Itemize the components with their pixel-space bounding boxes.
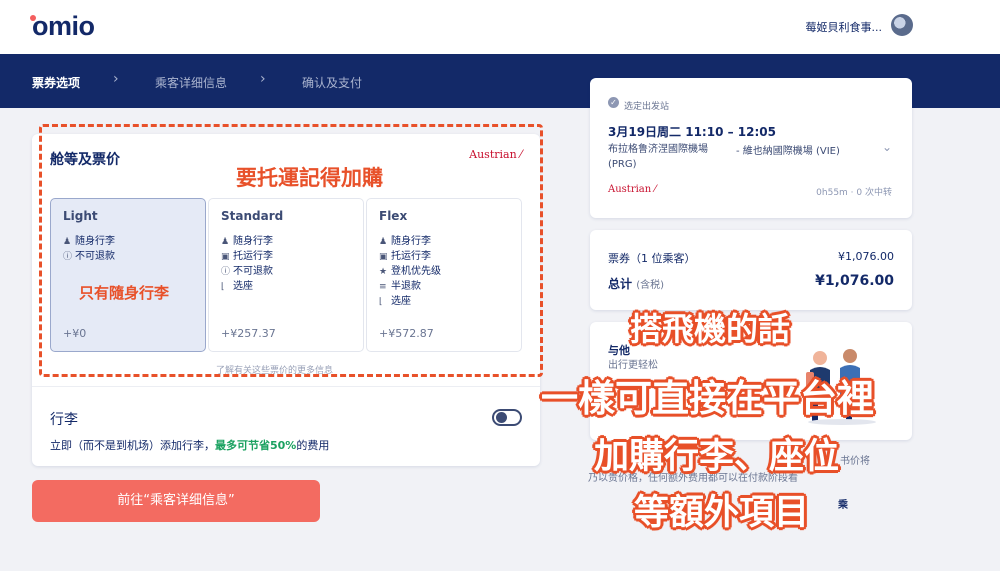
trip-duration: 0h55m · 0 次中转: [816, 188, 892, 198]
fineprint-text: 书价将: [840, 456, 870, 467]
toggle-knob: [496, 412, 507, 423]
total-price: ¥1,076.00: [815, 273, 894, 289]
fineprint-text: 乘: [838, 500, 848, 511]
austrian-logo: Austrian ⁄: [608, 184, 657, 195]
step-ticket-options[interactable]: 票券选项: [32, 74, 80, 91]
selected-departure-label: 选定出发站: [624, 102, 670, 112]
divider: [32, 386, 540, 387]
ticket-label: 票券（1 位乘客）: [608, 252, 696, 265]
price-summary-card: 票券（1 位乘客） ¥1,076.00 总计 (含税) ¥1,076.00: [590, 230, 912, 310]
chevron-right-icon: ›: [113, 71, 119, 87]
total-label: 总计 (含税): [608, 277, 665, 291]
annotation-caption-line: 搭飛機的話: [630, 310, 791, 348]
annotation-carry-on-note: 只有隨身行李: [79, 284, 170, 302]
chevron-right-icon: ›: [260, 71, 266, 87]
annotation-caption-line: 等額外項目: [634, 493, 810, 533]
luggage-title: 行李: [50, 412, 78, 428]
step-confirm-pay[interactable]: 确认及支付: [302, 74, 362, 91]
step-passenger-details[interactable]: 乘客详细信息: [155, 74, 227, 91]
top-bar: omio 莓姬貝利食事...: [0, 0, 1000, 54]
trip-date-time: 3月19日周二 11:10 – 12:05: [608, 125, 776, 139]
check-icon: ✓: [608, 97, 619, 108]
ticket-price: ¥1,076.00: [838, 250, 894, 263]
annotation-caption-line: 一樣可直接在平台裡: [541, 377, 874, 420]
luggage-description: 立即（而不是到机场）添加行李，最多可节省50%的费用: [50, 439, 330, 452]
trip-summary-card: ✓ 选定出发站 3月19日周二 11:10 – 12:05 布拉格鲁济涅國際機場…: [590, 78, 912, 218]
user-name[interactable]: 莓姬貝利食事...: [806, 19, 883, 35]
omio-logo[interactable]: omio: [32, 11, 95, 42]
annotation-checked-bag-note: 要托運記得加購: [236, 166, 383, 190]
avatar[interactable]: [891, 14, 913, 36]
continue-passenger-details-button[interactable]: 前往“乘客详细信息”: [32, 480, 320, 522]
annotation-caption-line: 加購行李、座位: [594, 437, 840, 477]
chevron-down-icon[interactable]: ⌄: [882, 140, 892, 154]
destination-airport: - 維也納國際機場 (VIE): [736, 146, 840, 157]
luggage-toggle[interactable]: [492, 409, 522, 426]
origin-airport: 布拉格鲁济涅國際機場 (PRG): [608, 144, 708, 170]
